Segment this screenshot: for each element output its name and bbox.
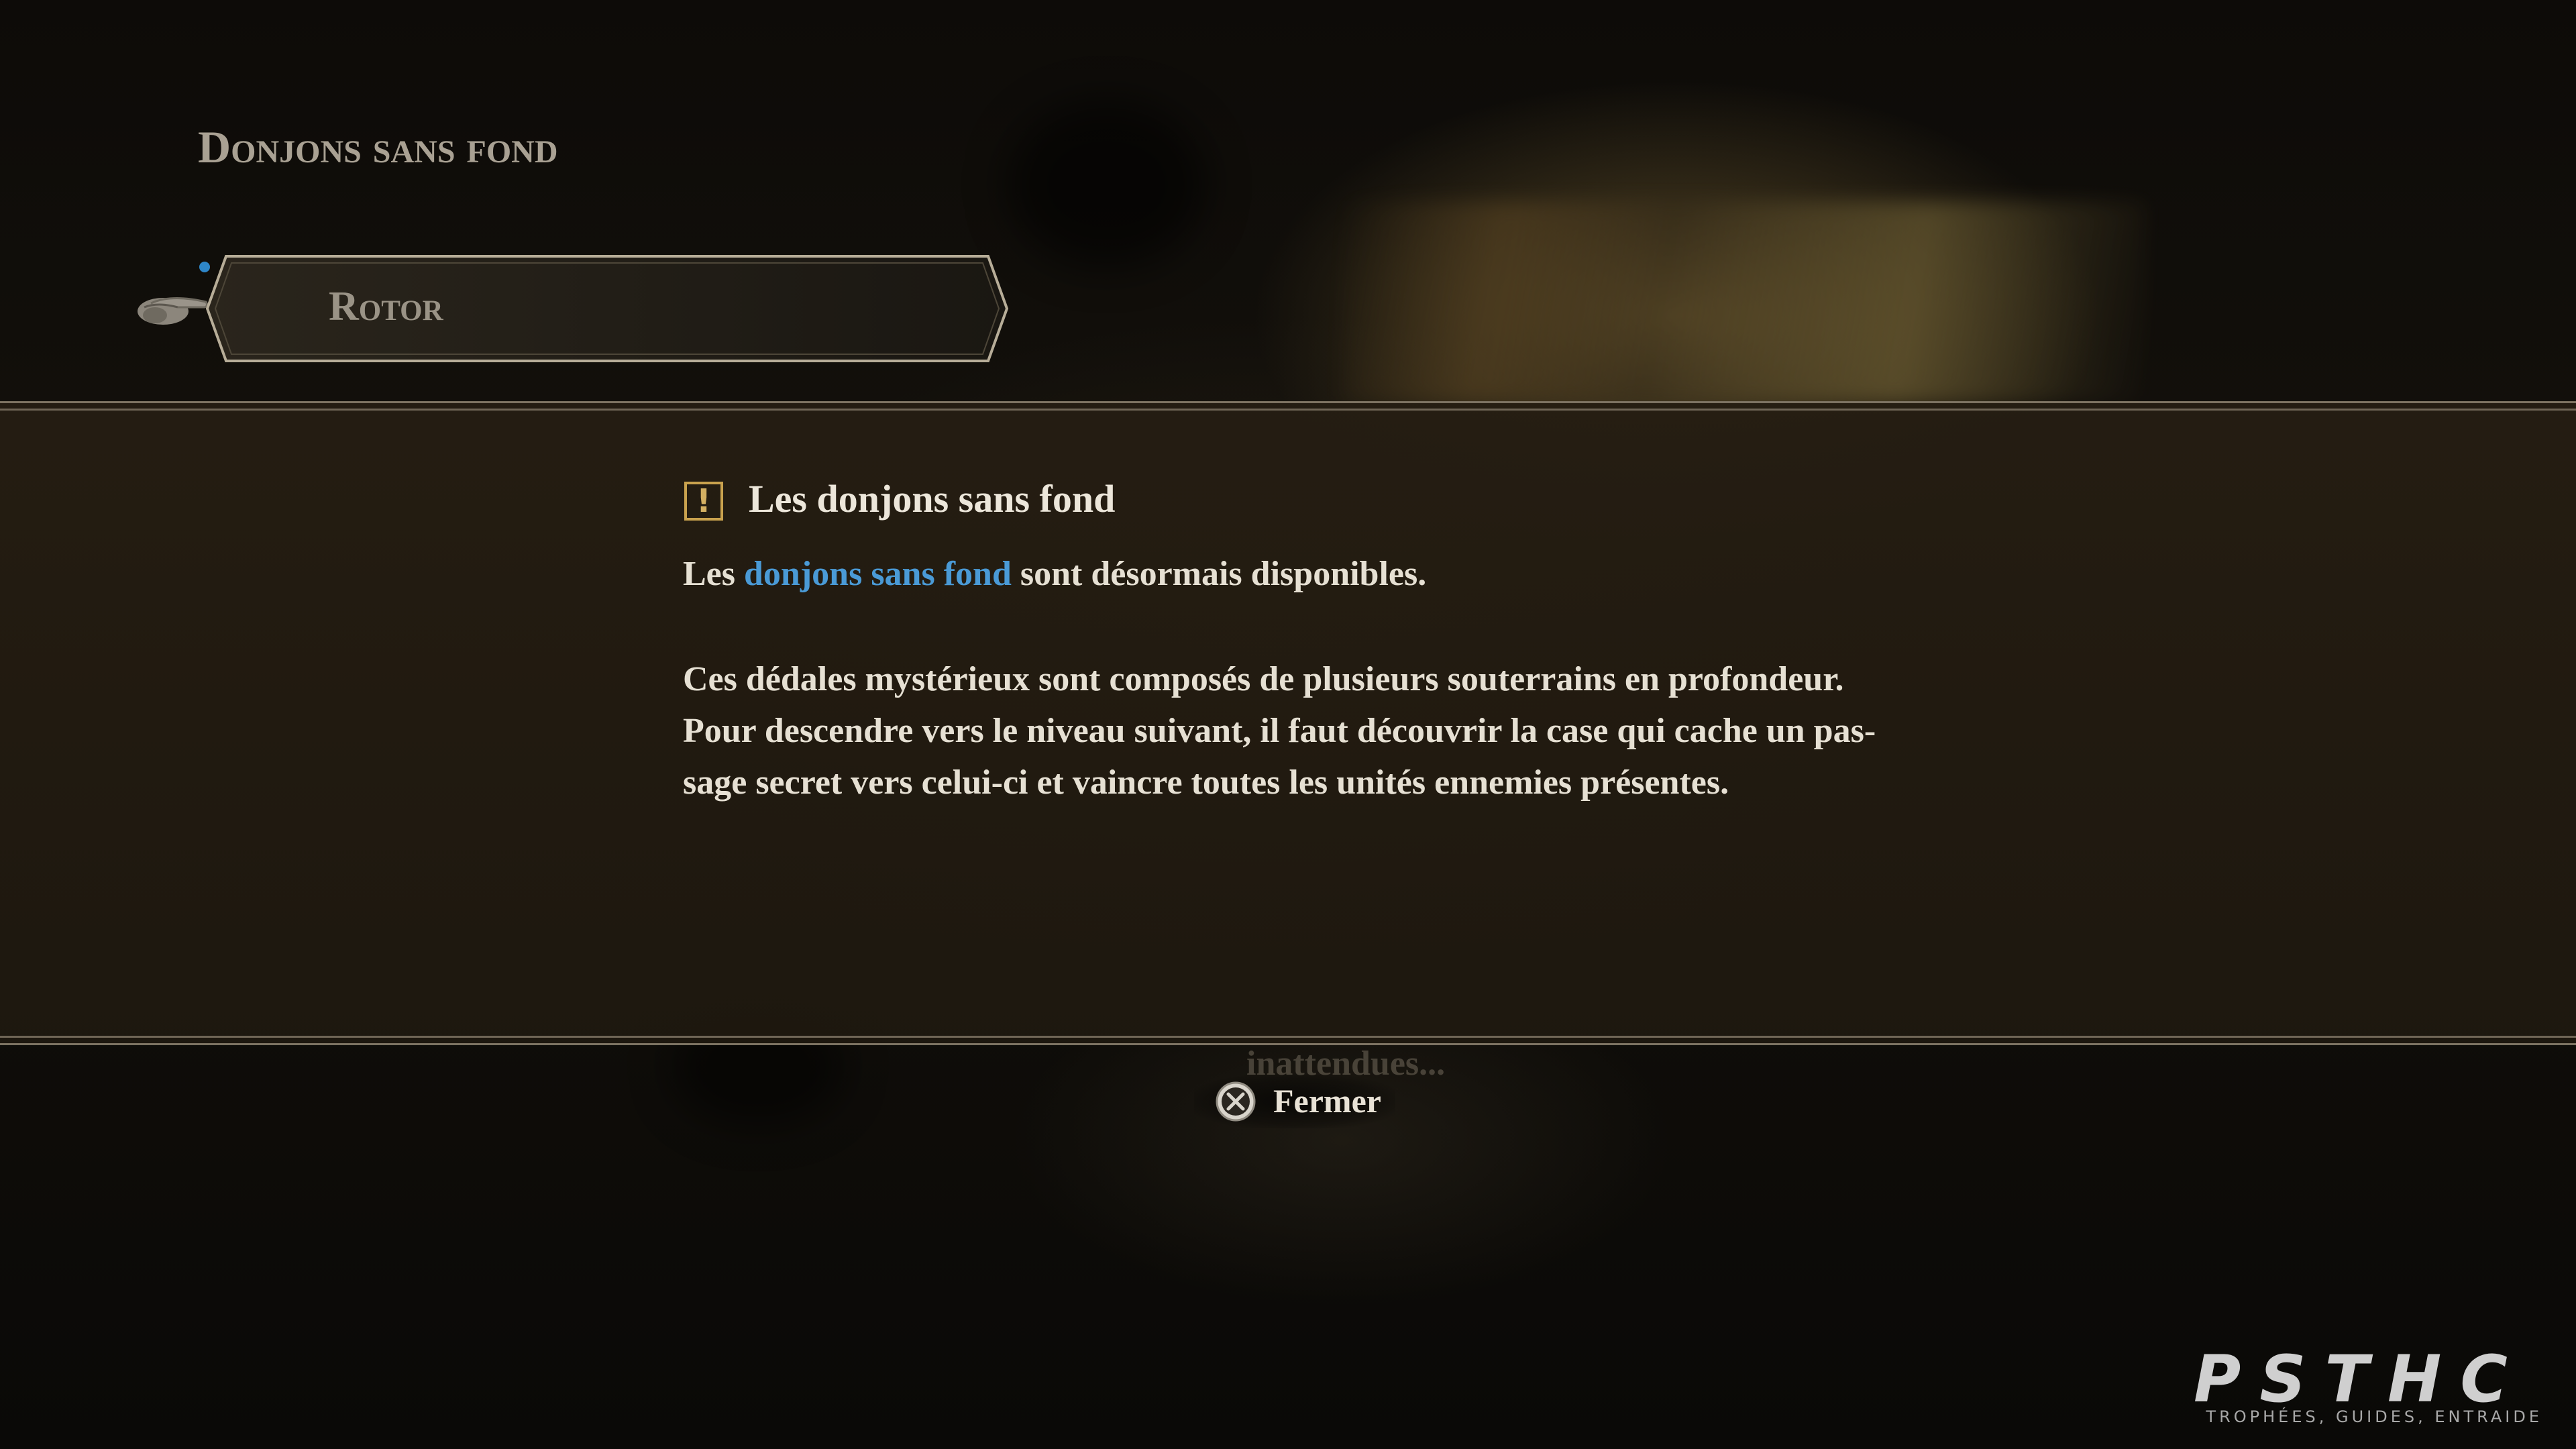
background-scene bbox=[1342, 201, 2147, 402]
dungeon-keyword-link: donjons sans fond bbox=[744, 555, 1012, 593]
description-line: Ces dédales mystérieux sont composés de … bbox=[683, 660, 1844, 698]
menu-row: Rotor bbox=[131, 255, 1016, 362]
notice-title: Les donjons sans fond bbox=[749, 477, 1116, 521]
menu-item-rotor[interactable]: Rotor bbox=[205, 255, 1010, 362]
psthc-watermark: PSTHC TROPHÉES, GUIDES, ENTRAIDE bbox=[2194, 1342, 2542, 1429]
announcement-suffix: sont désormais disponibles. bbox=[1020, 555, 1427, 593]
watermark-tagline: TROPHÉES, GUIDES, ENTRAIDE bbox=[2206, 1407, 2542, 1426]
pointing-hand-icon bbox=[131, 287, 211, 327]
announcement-prefix: Les bbox=[683, 555, 735, 593]
panel-border-top bbox=[0, 401, 2576, 411]
notice-content: ! Les donjons sans fond Les donjons sans… bbox=[683, 476, 1931, 802]
notice-header: ! Les donjons sans fond bbox=[683, 476, 1931, 527]
game-screen: Donjons sans fond Rotor ! Les donjons sa… bbox=[0, 0, 2576, 1449]
notice-announcement: Les donjons sans fond sont désormais dis… bbox=[683, 554, 1426, 594]
section-title: Donjons sans fond bbox=[198, 121, 558, 172]
watermark-logo: PSTHC bbox=[2194, 1342, 2526, 1417]
description-line: sage secret vers celui-ci et vaincre tou… bbox=[683, 763, 1729, 802]
menu-item-label: Rotor bbox=[329, 284, 443, 329]
description-line: Pour descendre vers le niveau suivant, i… bbox=[683, 712, 1876, 750]
close-button[interactable]: Fermer bbox=[1194, 1075, 1395, 1128]
background-shadow bbox=[1006, 101, 1208, 268]
warning-icon: ! bbox=[684, 482, 723, 521]
close-label: Fermer bbox=[1273, 1082, 1381, 1120]
notice-description: Ces dédales mystérieux sont composés de … bbox=[683, 653, 1931, 808]
cross-button-icon bbox=[1214, 1080, 1257, 1123]
